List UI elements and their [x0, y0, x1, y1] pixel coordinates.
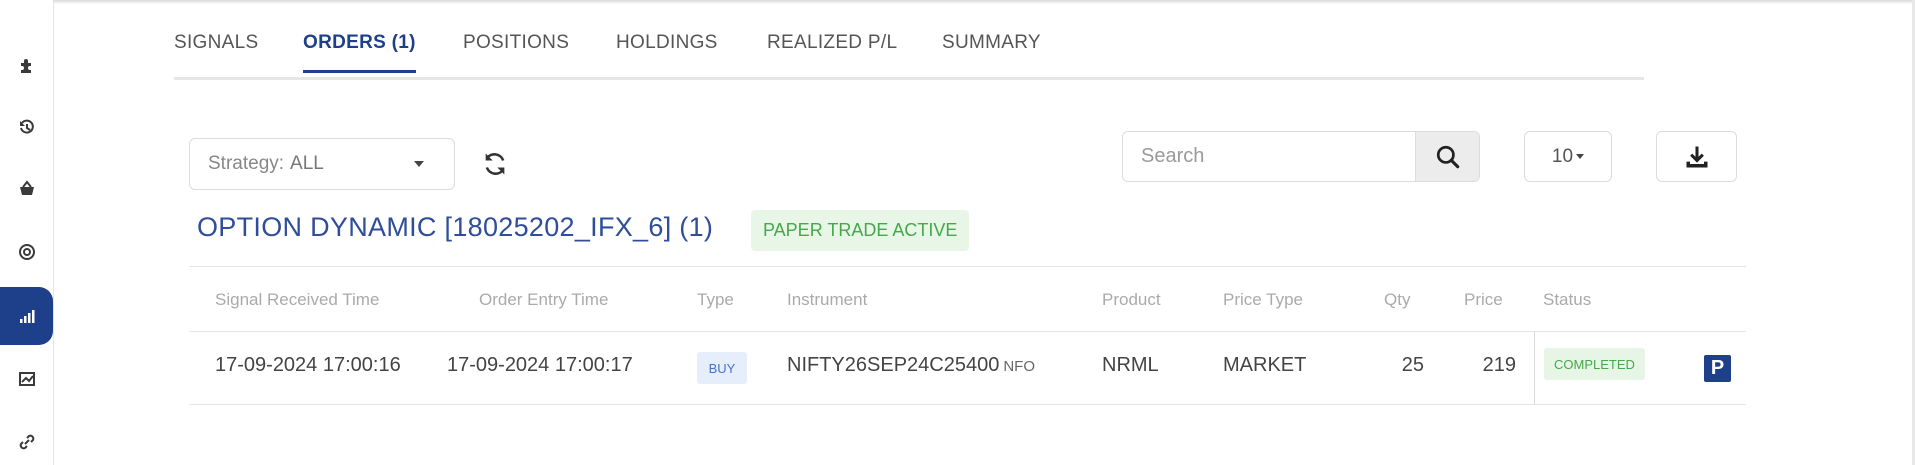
instrument-cell: NIFTY26SEP24C25400 NFO — [787, 354, 1035, 377]
strategy-title: OPTION DYNAMIC [18025202_IFX_6] (1) — [197, 212, 714, 242]
refresh-icon[interactable] — [481, 150, 509, 178]
strategy-select-value: ALL — [290, 153, 324, 174]
col-type: Type — [697, 290, 734, 309]
col-price: Price — [1464, 290, 1503, 309]
price-cell: 219 — [1482, 354, 1516, 376]
search-button[interactable] — [1415, 132, 1479, 181]
link-icon — [19, 434, 34, 450]
target-icon — [18, 244, 35, 260]
instrument-name: NIFTY26SEP24C25400 — [787, 354, 1000, 376]
tab-bar: SIGNALS ORDERS (1) POSITIONS HOLDINGS RE… — [174, 28, 1644, 80]
sidebar-item-history[interactable] — [0, 98, 53, 156]
sidebar-item-puzzle[interactable] — [0, 36, 53, 94]
paper-trade-icon[interactable]: P — [1704, 355, 1731, 382]
download-button[interactable] — [1656, 131, 1737, 182]
qty-cell: 25 — [1401, 354, 1424, 376]
signal-received-time: 17-09-2024 17:00:16 — [215, 354, 401, 376]
search-input[interactable] — [1123, 132, 1416, 181]
sidebar-item-signals[interactable] — [0, 287, 53, 345]
col-order-entry-time: Order Entry Time — [479, 290, 609, 309]
status-badge: COMPLETED — [1544, 348, 1645, 380]
status-divider — [1534, 332, 1535, 404]
tab-positions[interactable]: POSITIONS — [463, 32, 569, 70]
col-qty: Qty — [1384, 290, 1411, 309]
col-instrument: Instrument — [787, 290, 868, 309]
sidebar — [0, 0, 54, 465]
order-entry-time: 17-09-2024 17:00:17 — [447, 354, 633, 376]
price-type-cell: MARKET — [1223, 354, 1307, 376]
sidebar-item-target[interactable] — [0, 223, 53, 281]
type-badge: BUY — [697, 352, 747, 384]
tab-summary[interactable]: SUMMARY — [942, 32, 1041, 70]
page-size-value: 10 — [1551, 145, 1574, 167]
table-row[interactable]: 17-09-2024 17:00:16 17-09-2024 17:00:17 … — [189, 332, 1746, 405]
sidebar-item-link[interactable] — [0, 413, 53, 465]
orders-table: Signal Received Time Order Entry Time Ty… — [189, 266, 1746, 405]
col-signal-received-time: Signal Received Time — [215, 290, 380, 309]
product-cell: NRML — [1102, 354, 1159, 376]
download-icon — [1686, 146, 1707, 167]
search-icon — [1436, 145, 1459, 168]
paper-trade-badge: PAPER TRADE ACTIVE — [751, 210, 970, 251]
tab-orders[interactable]: ORDERS (1) — [303, 32, 416, 73]
sidebar-item-basket[interactable] — [0, 160, 53, 218]
sidebar-item-chart[interactable] — [0, 350, 53, 408]
chart-frame-icon — [18, 372, 35, 386]
page-size-select[interactable]: 10 — [1524, 131, 1612, 182]
history-icon — [19, 119, 34, 134]
tab-holdings[interactable]: HOLDINGS — [616, 32, 718, 70]
search-box — [1122, 131, 1480, 182]
top-shadow — [0, 0, 1915, 4]
exchange-label: NFO — [1003, 358, 1036, 375]
chevron-down-icon — [1576, 154, 1585, 159]
col-status: Status — [1543, 290, 1592, 309]
table-header: Signal Received Time Order Entry Time Ty… — [189, 266, 1746, 332]
basket-icon — [19, 180, 34, 195]
tab-signals[interactable]: SIGNALS — [174, 32, 258, 70]
col-price-type: Price Type — [1223, 290, 1304, 309]
strategy-select-label: Strategy: — [208, 153, 285, 174]
signal-bars-icon — [19, 310, 34, 323]
chevron-down-icon — [414, 161, 424, 167]
strategy-select[interactable]: Strategy: ALL — [189, 138, 455, 190]
tab-realized-pl[interactable]: REALIZED P/L — [767, 32, 897, 70]
col-product: Product — [1102, 290, 1161, 309]
puzzle-icon — [20, 59, 31, 73]
